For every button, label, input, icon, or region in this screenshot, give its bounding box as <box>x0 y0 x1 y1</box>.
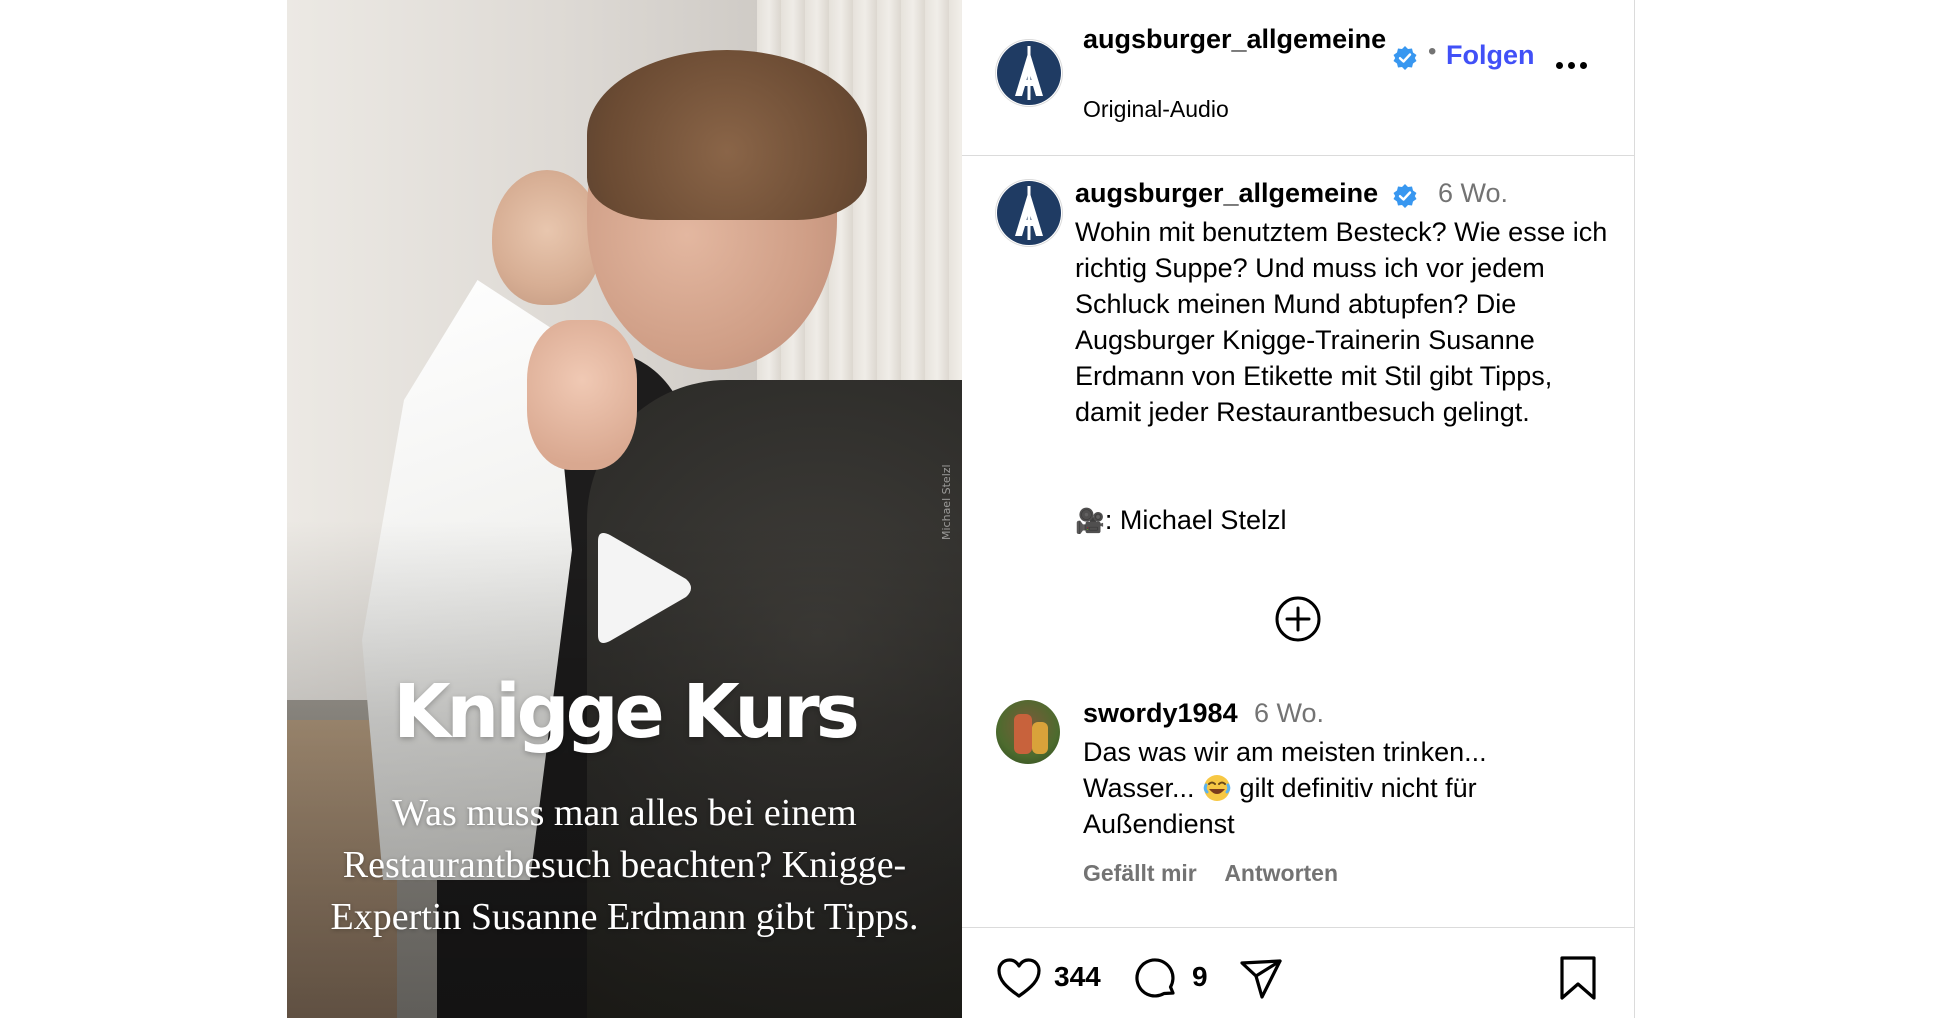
caption-text: Wohin mit benutztem Besteck? Wie esse ic… <box>1075 217 1615 427</box>
verified-badge-icon <box>1393 184 1417 208</box>
comment-reply-button[interactable]: Antworten <box>1224 860 1338 886</box>
laughing-emoji-icon <box>1203 775 1231 801</box>
video-watermark: Michael Stelzl <box>940 464 953 540</box>
add-circle-icon[interactable] <box>1273 594 1323 644</box>
more-options-icon[interactable] <box>1556 56 1600 76</box>
movie-camera-icon: 🎥 <box>1075 507 1105 535</box>
comment-timestamp[interactable]: 6 Wo. <box>1254 698 1324 729</box>
bookmark-icon[interactable] <box>1558 955 1598 1001</box>
like-count[interactable]: 344 <box>1054 961 1101 993</box>
divider <box>962 927 1634 928</box>
caption-timestamp[interactable]: 6 Wo. <box>1438 178 1508 209</box>
follow-button[interactable]: Folgen <box>1446 40 1535 71</box>
video-person-woman-head <box>492 170 602 305</box>
original-audio-link[interactable]: Original-Audio <box>1083 96 1229 123</box>
caption-username[interactable]: augsburger_allgemeine <box>1075 178 1378 209</box>
caption-credit-text: : Michael Stelzl <box>1104 505 1287 535</box>
video-hand <box>527 320 637 470</box>
comment-count[interactable]: 9 <box>1192 961 1208 993</box>
verified-badge-icon <box>1393 46 1417 70</box>
comment-icon[interactable] <box>1134 957 1178 1001</box>
avatar[interactable] <box>996 700 1060 764</box>
video-subtitle: Was muss man alles bei einem Restaurantb… <box>330 792 919 938</box>
caption-credit: 🎥: Michael Stelzl <box>1075 502 1286 539</box>
comment-text: Das was wir am meisten trinken... Wasser… <box>1083 734 1583 842</box>
share-icon[interactable] <box>1238 957 1284 1001</box>
augsburger-allgemeine-logo-icon[interactable] <box>996 180 1062 246</box>
video-person-man-hair <box>587 50 867 220</box>
post-sidebar: augsburger_allgemeine • Folgen Original-… <box>962 0 1635 1018</box>
post-header: augsburger_allgemeine • Folgen Original-… <box>962 0 1634 156</box>
comment-like-button[interactable]: Gefällt mir <box>1083 860 1197 886</box>
header-separator: • <box>1428 38 1437 65</box>
post-actions: 344 9 <box>962 955 1634 1005</box>
comment-username[interactable]: swordy1984 <box>1083 698 1238 729</box>
header-username[interactable]: augsburger_allgemeine <box>1083 22 1388 56</box>
comment-actions: Gefällt mir Antworten <box>1083 860 1360 887</box>
heart-icon[interactable] <box>996 957 1042 999</box>
video-title: Knigge Kurs <box>393 669 860 755</box>
instagram-reel-post: Knigge Kurs Was muss man alles bei einem… <box>0 0 1946 1018</box>
augsburger-allgemeine-logo-icon[interactable] <box>996 40 1062 106</box>
play-icon[interactable] <box>568 523 698 653</box>
